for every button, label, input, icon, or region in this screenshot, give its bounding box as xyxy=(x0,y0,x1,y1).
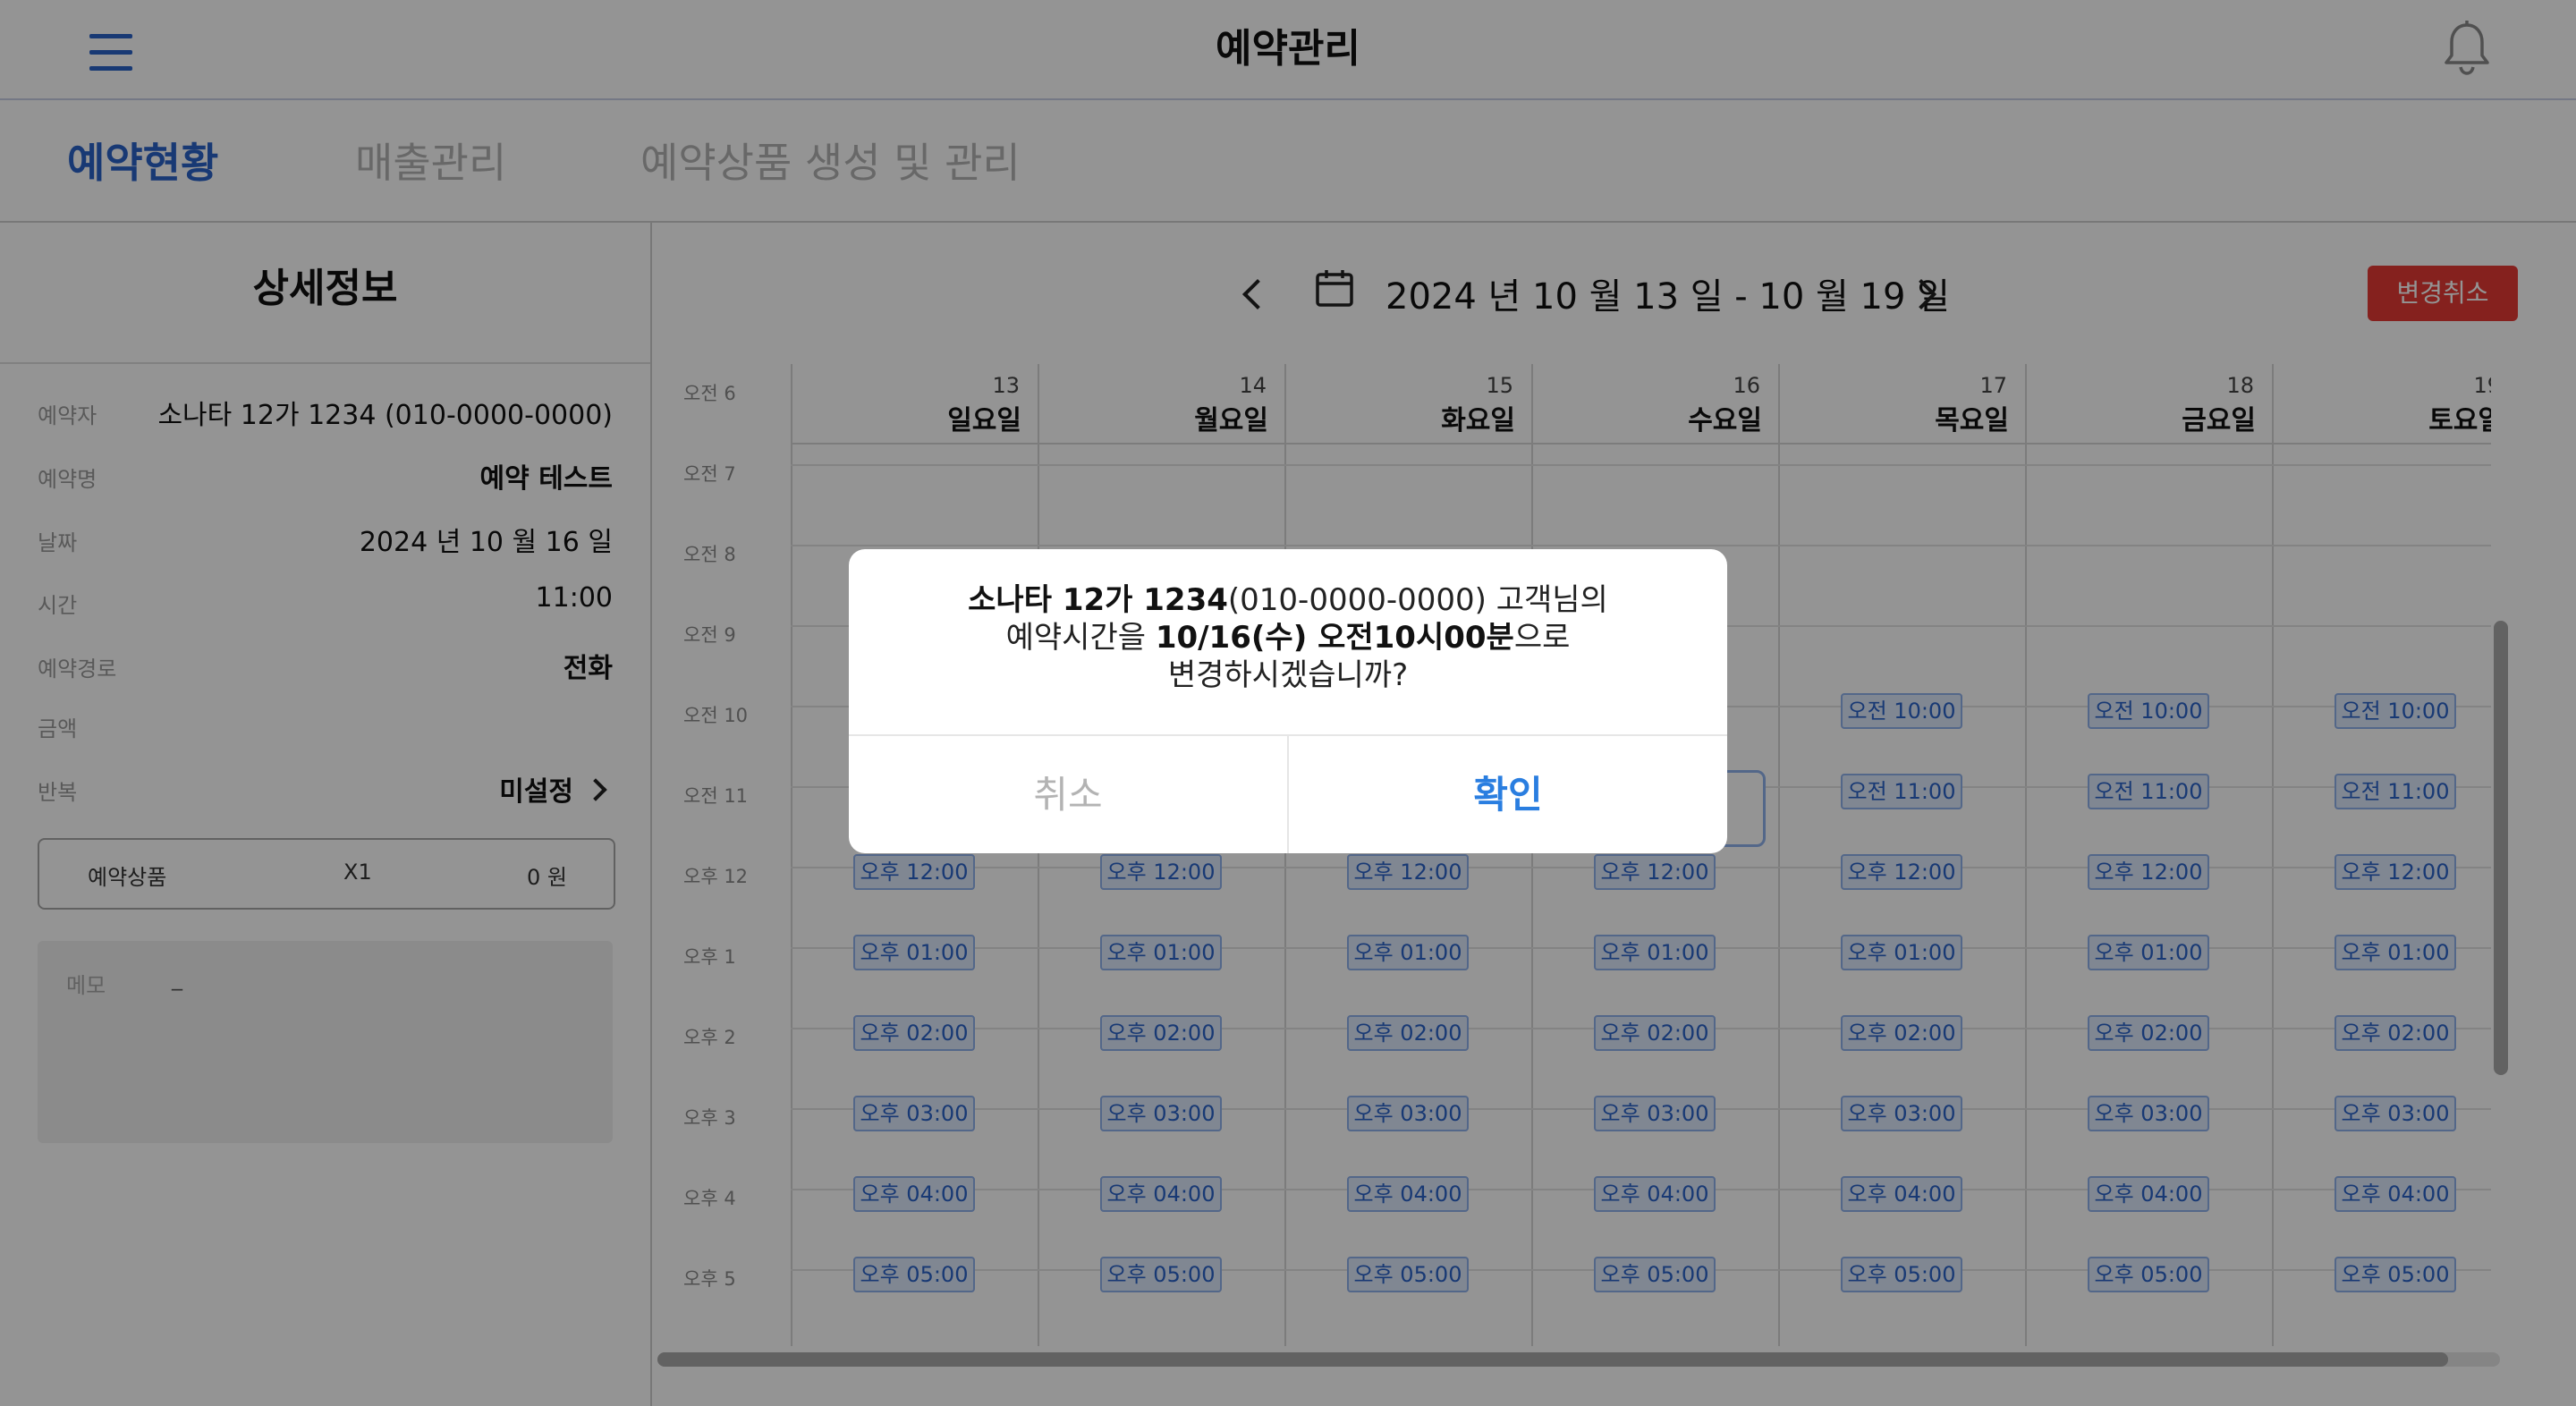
dialog-cancel-button[interactable]: 취소 xyxy=(849,736,1287,853)
dialog-message: 소나타 12가 1234(010-0000-0000) 고객님의 예약시간을 1… xyxy=(968,582,1608,693)
confirm-dialog: 소나타 12가 1234(010-0000-0000) 고객님의 예약시간을 1… xyxy=(849,549,1727,853)
dialog-confirm-button[interactable]: 확인 xyxy=(1289,736,1727,853)
